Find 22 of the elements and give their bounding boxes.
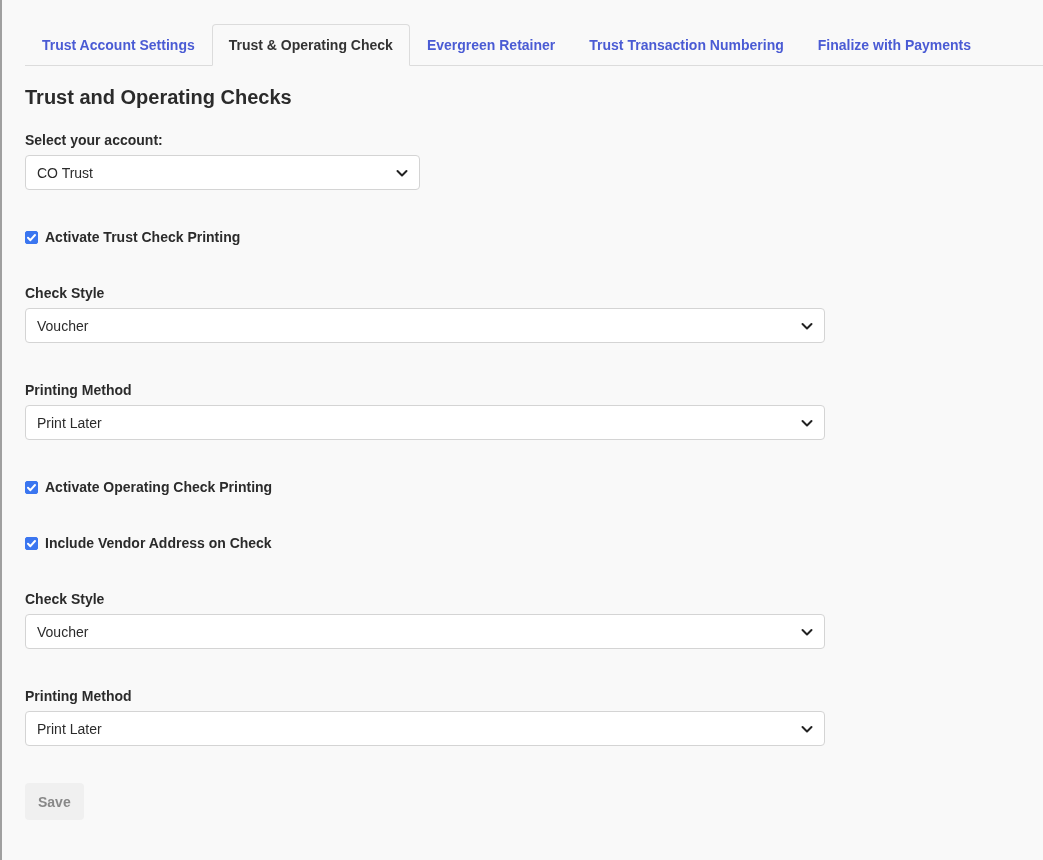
field-label: Printing Method [25,687,133,705]
tab[interactable]: Trust Transaction Numbering [572,24,801,66]
checkbox[interactable] [25,230,38,244]
dropdown[interactable]: Print Later [25,711,825,746]
field-label: Printing Method [25,381,133,399]
tab[interactable]: Trust Account Settings [25,24,212,66]
checkbox[interactable] [25,536,38,550]
tab[interactable]: Evergreen Retainer [409,24,573,66]
field-label: Check Style [25,284,106,302]
checkbox-label: Activate Operating Check Printing [45,479,273,495]
field-label: Select your account: [25,131,164,149]
checkbox[interactable] [25,480,38,494]
tab[interactable]: Finalize with Payments [800,24,989,66]
field-label: Check Style [25,590,106,608]
checkbox-label: Include Vendor Address on Check [45,535,272,551]
dropdown[interactable]: CO Trust [25,155,420,190]
checkbox-label: Activate Trust Check Printing [45,229,241,245]
dropdown[interactable]: Voucher [25,614,825,649]
dropdown[interactable]: Voucher [25,308,825,343]
dropdown[interactable]: Print Later [25,405,825,440]
page-heading: Trust and Operating Checks [25,85,293,110]
tab[interactable]: Trust & Operating Check [211,24,410,66]
